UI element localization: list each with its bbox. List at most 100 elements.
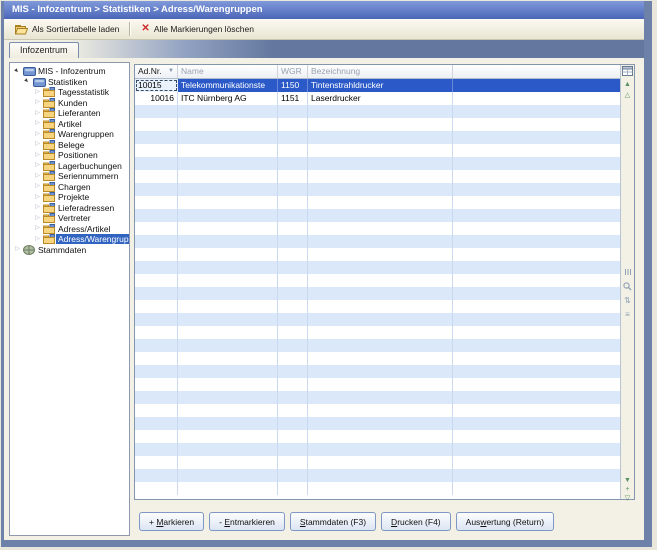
tree-item-tagesstatistik[interactable]: ▷Tagesstatistik (10, 87, 129, 98)
scroll-next-icon[interactable]: ▼ (621, 476, 634, 485)
expander-collapsed-icon[interactable]: ▷ (33, 109, 42, 118)
table-row-empty[interactable] (135, 404, 621, 417)
folder-icon (42, 182, 56, 192)
scroll-last-icon[interactable]: ▽ (621, 494, 634, 503)
stammdaten-button[interactable]: Stammdaten (F3) (290, 512, 376, 531)
expander-collapsed-icon[interactable]: ▷ (33, 172, 42, 181)
search-icon[interactable] (621, 282, 634, 294)
tree-item-kunden[interactable]: ▷Kunden (10, 98, 129, 109)
tree-item-artikel[interactable]: ▷Artikel (10, 119, 129, 130)
tree-item-statistiken[interactable]: ▼Statistiken (10, 77, 129, 88)
tree-item-chargen[interactable]: ▷Chargen (10, 182, 129, 193)
table-row-empty[interactable] (135, 144, 621, 157)
column-header-wgr[interactable]: WGR (278, 65, 308, 78)
expander-collapsed-icon[interactable]: ▷ (33, 203, 42, 212)
expander-collapsed-icon[interactable]: ▷ (33, 88, 42, 97)
table-row-empty[interactable] (135, 391, 621, 404)
table-row-empty[interactable] (135, 339, 621, 352)
expander-collapsed-icon[interactable]: ▷ (33, 119, 42, 128)
tree-item-seriennummern[interactable]: ▷Seriennummern (10, 171, 129, 182)
table-cell (278, 209, 308, 222)
expander-collapsed-icon[interactable]: ▷ (33, 224, 42, 233)
expander-collapsed-icon[interactable]: ▷ (33, 140, 42, 149)
column-select-icon[interactable] (621, 268, 634, 279)
table-row-empty[interactable] (135, 131, 621, 144)
table-cell (308, 404, 453, 417)
table-row-empty[interactable] (135, 183, 621, 196)
column-header-bezeichnung[interactable]: Bezeichnung (308, 65, 453, 78)
table-row-empty[interactable] (135, 157, 621, 170)
entmarkieren-button[interactable]: - Entmarkieren (209, 512, 285, 531)
table-row-empty[interactable] (135, 365, 621, 378)
folder-open-icon (15, 24, 28, 35)
clear-marks-button[interactable]: ✕ Alle Markierungen löschen (136, 22, 259, 36)
table-row-empty[interactable] (135, 326, 621, 339)
table-row-empty[interactable] (135, 118, 621, 131)
table-cell (178, 430, 278, 443)
table-row-empty[interactable] (135, 443, 621, 456)
table-row-empty[interactable] (135, 261, 621, 274)
table-cell (278, 430, 308, 443)
table-row[interactable]: 10016ITC Nürnberg AG1151Laserdrucker (135, 92, 621, 105)
add-mark-icon[interactable]: + (621, 485, 634, 494)
load-sort-table-button[interactable]: Als Sortiertabelle laden (10, 22, 124, 37)
expander-collapsed-icon[interactable]: ▷ (33, 161, 42, 170)
table-row-empty[interactable] (135, 287, 621, 300)
table-cell (453, 118, 621, 131)
table-row-empty[interactable] (135, 378, 621, 391)
tree-item-adress-artikel[interactable]: ▷Adress/Artikel (10, 224, 129, 235)
tree-item-vertreter[interactable]: ▷Vertreter (10, 213, 129, 224)
table-row-empty[interactable] (135, 313, 621, 326)
column-header-name[interactable]: Name (178, 65, 278, 78)
expander-collapsed-icon[interactable]: ▷ (33, 193, 42, 202)
table-row-empty[interactable] (135, 248, 621, 261)
tree-item-lagerbuchungen[interactable]: ▷Lagerbuchungen (10, 161, 129, 172)
table-row-empty[interactable] (135, 274, 621, 287)
auswertung-button[interactable]: Auswertung (Return) (456, 512, 554, 531)
tree-item-stammdaten[interactable]: ▷Stammdaten (10, 245, 129, 256)
table-row-empty[interactable] (135, 482, 621, 495)
expander-collapsed-icon[interactable]: ▷ (33, 182, 42, 191)
table-row-empty[interactable] (135, 456, 621, 469)
expander-collapsed-icon[interactable]: ▷ (33, 151, 42, 160)
table-cell (453, 482, 621, 495)
list-icon[interactable]: ≡ (621, 310, 634, 319)
expander-collapsed-icon[interactable]: ▷ (33, 130, 42, 139)
scroll-first-icon[interactable]: ▲ (621, 80, 634, 89)
table-row-empty[interactable] (135, 105, 621, 118)
expander-collapsed-icon[interactable]: ▷ (33, 214, 42, 223)
customize-grid-icon[interactable] (621, 66, 634, 79)
table-cell (178, 313, 278, 326)
table-row-empty[interactable] (135, 352, 621, 365)
tree-item-warengruppen[interactable]: ▷Warengruppen (10, 129, 129, 140)
table-row[interactable]: 10015Telekommunikationste1150Tintenstrah… (135, 79, 621, 92)
tree-item-positionen[interactable]: ▷Positionen (10, 150, 129, 161)
table-row-empty[interactable] (135, 417, 621, 430)
table-row-empty[interactable] (135, 170, 621, 183)
tree-item-projekte[interactable]: ▷Projekte (10, 192, 129, 203)
tree-item-lieferadressen[interactable]: ▷Lieferadressen (10, 203, 129, 214)
table-row-empty[interactable] (135, 300, 621, 313)
column-header-ad-nr[interactable]: Ad.Nr.▼ (135, 65, 178, 78)
tree-item-lieferanten[interactable]: ▷Lieferanten (10, 108, 129, 119)
expander-collapsed-icon[interactable]: ▷ (33, 235, 42, 244)
sort-icon[interactable]: ⇅ (621, 296, 634, 305)
markieren-button[interactable]: + Markieren (139, 512, 204, 531)
tab-infozentrum[interactable]: Infozentrum (9, 42, 79, 58)
expander-collapsed-icon[interactable]: ▷ (33, 98, 42, 107)
scroll-prev-icon[interactable]: △ (621, 91, 634, 100)
table-row-empty[interactable] (135, 222, 621, 235)
tree-item-adress-warengruppen[interactable]: ▷Adress/Warengruppen (10, 234, 129, 245)
table-row-empty[interactable] (135, 235, 621, 248)
table-row-empty[interactable] (135, 196, 621, 209)
column-header-blank[interactable] (453, 65, 621, 78)
table-row-empty[interactable] (135, 469, 621, 482)
table-row-empty[interactable] (135, 430, 621, 443)
expander-collapsed-icon[interactable]: ▷ (13, 245, 22, 254)
drucken-button[interactable]: Drucken (F4) (381, 512, 451, 531)
table-cell (178, 144, 278, 157)
table-row-empty[interactable] (135, 209, 621, 222)
table-cell (178, 469, 278, 482)
table-cell (278, 313, 308, 326)
tree-item-belege[interactable]: ▷Belege (10, 140, 129, 151)
